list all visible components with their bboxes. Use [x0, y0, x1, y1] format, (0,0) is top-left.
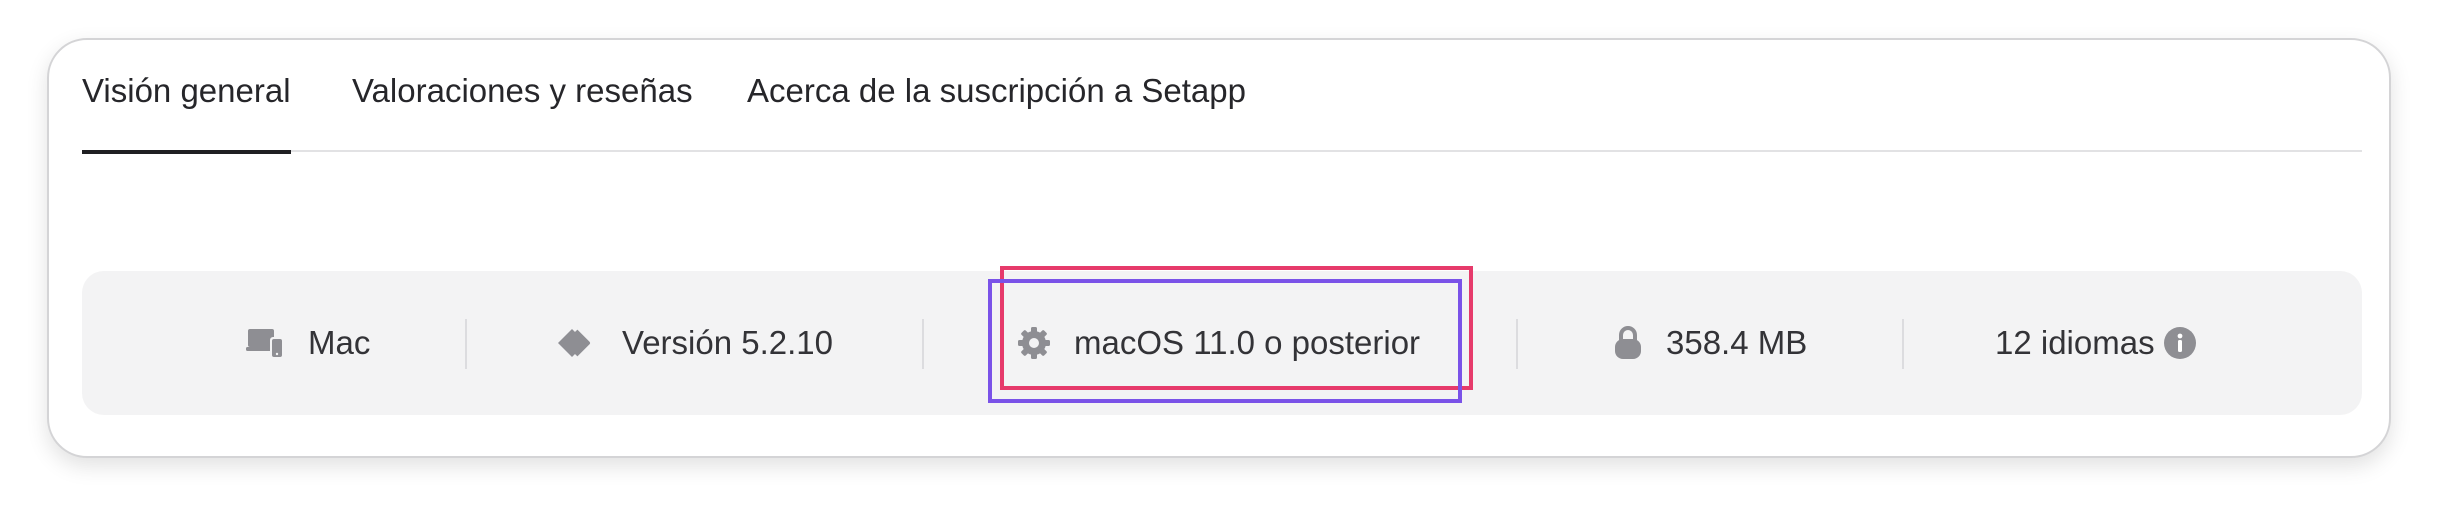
languages-label: 12 idiomas: [1995, 324, 2155, 361]
languages-item: 12 idiomas: [1995, 271, 2197, 415]
app-detail-card: Visión general Valoraciones y reseñas Ac…: [47, 38, 2391, 458]
divider: [1516, 319, 1518, 369]
divider: [1902, 319, 1904, 369]
app-info-bar: Mac Versión 5.2.10 macOS 11.0 o posterio…: [82, 271, 2362, 415]
version-tag-icon: [556, 325, 600, 361]
requirements-item: macOS 11.0 o posterior: [1016, 271, 1420, 415]
requirements-label: macOS 11.0 o posterior: [1074, 324, 1421, 361]
gear-icon: [1016, 325, 1052, 361]
platform-label: Mac: [308, 324, 371, 361]
devices-icon: [246, 325, 286, 361]
divider: [922, 319, 924, 369]
tab-subscription-info[interactable]: Acerca de la suscripción a Setapp: [747, 72, 1246, 152]
platform-item: Mac: [246, 271, 370, 415]
tab-bar: Visión general Valoraciones y reseñas Ac…: [82, 40, 2362, 154]
version-label: Versión 5.2.10: [622, 324, 833, 361]
version-item: Versión 5.2.10: [556, 271, 833, 415]
lock-icon: [1612, 325, 1644, 361]
size-item: 358.4 MB: [1612, 271, 1807, 415]
divider: [465, 319, 467, 369]
tab-overview[interactable]: Visión general: [82, 72, 291, 154]
tab-ratings-reviews[interactable]: Valoraciones y reseñas: [352, 72, 693, 152]
size-label: 358.4 MB: [1666, 324, 1808, 361]
info-icon[interactable]: [2163, 326, 2197, 360]
